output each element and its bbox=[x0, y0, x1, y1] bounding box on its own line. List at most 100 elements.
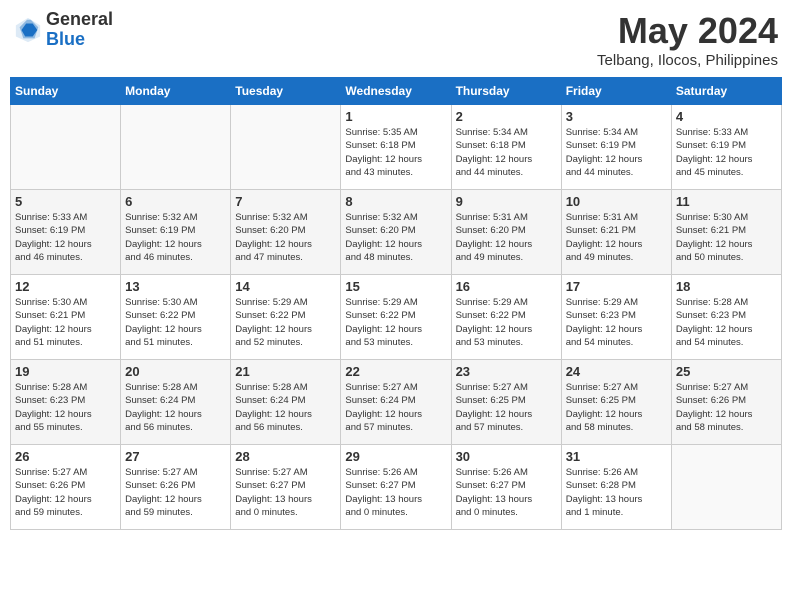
day-info: Sunrise: 5:26 AM Sunset: 6:27 PM Dayligh… bbox=[345, 466, 446, 519]
day-info: Sunrise: 5:27 AM Sunset: 6:26 PM Dayligh… bbox=[15, 466, 116, 519]
logo-general: General bbox=[46, 10, 113, 30]
day-number: 30 bbox=[456, 449, 557, 464]
col-wednesday: Wednesday bbox=[341, 78, 451, 105]
title-block: May 2024 Telbang, Ilocos, Philippines bbox=[597, 10, 778, 69]
calendar-cell: 22 Sunrise: 5:27 AM Sunset: 6:24 PM Dayli… bbox=[341, 360, 451, 445]
day-number: 21 bbox=[235, 364, 336, 379]
day-number: 18 bbox=[676, 279, 777, 294]
month-title: May 2024 bbox=[597, 10, 778, 52]
day-info: Sunrise: 5:28 AM Sunset: 6:23 PM Dayligh… bbox=[15, 381, 116, 434]
day-number: 5 bbox=[15, 194, 116, 209]
calendar-cell: 27Sunrise: 5:27 AM Sunset: 6:26 PM Dayli… bbox=[121, 445, 231, 530]
day-info: Sunrise: 5:31 AM Sunset: 6:20 PM Dayligh… bbox=[456, 211, 557, 264]
day-info: Sunrise: 5:27 AM Sunset: 6:27 PM Dayligh… bbox=[235, 466, 336, 519]
logo-blue: Blue bbox=[46, 30, 113, 50]
col-friday: Friday bbox=[561, 78, 671, 105]
day-number: 7 bbox=[235, 194, 336, 209]
day-number: 14 bbox=[235, 279, 336, 294]
calendar-cell: 16Sunrise: 5:29 AM Sunset: 6:22 PM Dayli… bbox=[451, 275, 561, 360]
day-info: Sunrise: 5:28 AM Sunset: 6:24 PM Dayligh… bbox=[125, 381, 226, 434]
day-info: Sunrise: 5:32 AM Sunset: 6:19 PM Dayligh… bbox=[125, 211, 226, 264]
calendar-cell: 20 Sunrise: 5:28 AM Sunset: 6:24 PM Dayli… bbox=[121, 360, 231, 445]
calendar-cell: 28 Sunrise: 5:27 AM Sunset: 6:27 PM Dayli… bbox=[231, 445, 341, 530]
header-row: Sunday Monday Tuesday Wednesday Thursday… bbox=[11, 78, 782, 105]
day-info: Sunrise: 5:35 AM Sunset: 6:18 PM Dayligh… bbox=[345, 126, 446, 179]
day-info: Sunrise: 5:29 AM Sunset: 6:22 PM Dayligh… bbox=[345, 296, 446, 349]
day-number: 9 bbox=[456, 194, 557, 209]
day-info: Sunrise: 5:27 AM Sunset: 6:24 PM Dayligh… bbox=[345, 381, 446, 434]
calendar-table: Sunday Monday Tuesday Wednesday Thursday… bbox=[10, 77, 782, 530]
day-number: 13 bbox=[125, 279, 226, 294]
day-info: Sunrise: 5:32 AM Sunset: 6:20 PM Dayligh… bbox=[345, 211, 446, 264]
calendar-cell: 18Sunrise: 5:28 AM Sunset: 6:23 PM Dayli… bbox=[671, 275, 781, 360]
day-info: Sunrise: 5:32 AM Sunset: 6:20 PM Dayligh… bbox=[235, 211, 336, 264]
day-info: Sunrise: 5:33 AM Sunset: 6:19 PM Dayligh… bbox=[676, 126, 777, 179]
day-info: Sunrise: 5:27 AM Sunset: 6:25 PM Dayligh… bbox=[456, 381, 557, 434]
calendar-cell: 9 Sunrise: 5:31 AM Sunset: 6:20 PM Daylig… bbox=[451, 190, 561, 275]
calendar-cell: 23 Sunrise: 5:27 AM Sunset: 6:25 PM Dayli… bbox=[451, 360, 561, 445]
calendar-cell: 8Sunrise: 5:32 AM Sunset: 6:20 PM Daylig… bbox=[341, 190, 451, 275]
day-info: Sunrise: 5:33 AM Sunset: 6:19 PM Dayligh… bbox=[15, 211, 116, 264]
calendar-cell: 1 Sunrise: 5:35 AM Sunset: 6:18 PM Daylig… bbox=[341, 105, 451, 190]
day-info: Sunrise: 5:26 AM Sunset: 6:28 PM Dayligh… bbox=[566, 466, 667, 519]
day-number: 31 bbox=[566, 449, 667, 464]
calendar-week-2: 5 Sunrise: 5:33 AM Sunset: 6:19 PM Daylig… bbox=[11, 190, 782, 275]
day-number: 2 bbox=[456, 109, 557, 124]
calendar-cell: 30 Sunrise: 5:26 AM Sunset: 6:27 PM Dayli… bbox=[451, 445, 561, 530]
day-number: 15 bbox=[345, 279, 446, 294]
calendar-body: 1 Sunrise: 5:35 AM Sunset: 6:18 PM Daylig… bbox=[11, 105, 782, 530]
page-header: General Blue May 2024 Telbang, Ilocos, P… bbox=[10, 10, 782, 69]
day-number: 10 bbox=[566, 194, 667, 209]
calendar-cell: 14 Sunrise: 5:29 AM Sunset: 6:22 PM Dayli… bbox=[231, 275, 341, 360]
day-number: 22 bbox=[345, 364, 446, 379]
day-number: 29 bbox=[345, 449, 446, 464]
day-number: 12 bbox=[15, 279, 116, 294]
day-number: 11 bbox=[676, 194, 777, 209]
col-sunday: Sunday bbox=[11, 78, 121, 105]
col-saturday: Saturday bbox=[671, 78, 781, 105]
day-number: 28 bbox=[235, 449, 336, 464]
calendar-week-5: 26 Sunrise: 5:27 AM Sunset: 6:26 PM Dayli… bbox=[11, 445, 782, 530]
day-number: 23 bbox=[456, 364, 557, 379]
calendar-cell: 29 Sunrise: 5:26 AM Sunset: 6:27 PM Dayli… bbox=[341, 445, 451, 530]
calendar-cell: 25Sunrise: 5:27 AM Sunset: 6:26 PM Dayli… bbox=[671, 360, 781, 445]
calendar-header: Sunday Monday Tuesday Wednesday Thursday… bbox=[11, 78, 782, 105]
day-info: Sunrise: 5:30 AM Sunset: 6:21 PM Dayligh… bbox=[15, 296, 116, 349]
calendar-cell: 7 Sunrise: 5:32 AM Sunset: 6:20 PM Daylig… bbox=[231, 190, 341, 275]
day-number: 26 bbox=[15, 449, 116, 464]
location: Telbang, Ilocos, Philippines bbox=[597, 52, 778, 69]
calendar-cell: 31 Sunrise: 5:26 AM Sunset: 6:28 PM Dayli… bbox=[561, 445, 671, 530]
day-info: Sunrise: 5:30 AM Sunset: 6:21 PM Dayligh… bbox=[676, 211, 777, 264]
day-info: Sunrise: 5:29 AM Sunset: 6:23 PM Dayligh… bbox=[566, 296, 667, 349]
day-number: 25 bbox=[676, 364, 777, 379]
day-number: 1 bbox=[345, 109, 446, 124]
calendar-cell: 6Sunrise: 5:32 AM Sunset: 6:19 PM Daylig… bbox=[121, 190, 231, 275]
col-thursday: Thursday bbox=[451, 78, 561, 105]
calendar-cell: 3Sunrise: 5:34 AM Sunset: 6:19 PM Daylig… bbox=[561, 105, 671, 190]
calendar-cell: 11 Sunrise: 5:30 AM Sunset: 6:21 PM Dayli… bbox=[671, 190, 781, 275]
day-info: Sunrise: 5:31 AM Sunset: 6:21 PM Dayligh… bbox=[566, 211, 667, 264]
calendar-cell: 24 Sunrise: 5:27 AM Sunset: 6:25 PM Dayli… bbox=[561, 360, 671, 445]
calendar-cell: 10 Sunrise: 5:31 AM Sunset: 6:21 PM Dayli… bbox=[561, 190, 671, 275]
calendar-cell: 2 Sunrise: 5:34 AM Sunset: 6:18 PM Daylig… bbox=[451, 105, 561, 190]
day-info: Sunrise: 5:26 AM Sunset: 6:27 PM Dayligh… bbox=[456, 466, 557, 519]
calendar-week-3: 12 Sunrise: 5:30 AM Sunset: 6:21 PM Dayli… bbox=[11, 275, 782, 360]
day-number: 4 bbox=[676, 109, 777, 124]
calendar-cell bbox=[11, 105, 121, 190]
calendar-week-1: 1 Sunrise: 5:35 AM Sunset: 6:18 PM Daylig… bbox=[11, 105, 782, 190]
logo-icon bbox=[14, 16, 42, 44]
calendar-cell: 17 Sunrise: 5:29 AM Sunset: 6:23 PM Dayli… bbox=[561, 275, 671, 360]
day-info: Sunrise: 5:27 AM Sunset: 6:26 PM Dayligh… bbox=[125, 466, 226, 519]
day-info: Sunrise: 5:29 AM Sunset: 6:22 PM Dayligh… bbox=[456, 296, 557, 349]
calendar-cell bbox=[671, 445, 781, 530]
calendar-cell: 4 Sunrise: 5:33 AM Sunset: 6:19 PM Daylig… bbox=[671, 105, 781, 190]
col-tuesday: Tuesday bbox=[231, 78, 341, 105]
day-number: 17 bbox=[566, 279, 667, 294]
day-info: Sunrise: 5:29 AM Sunset: 6:22 PM Dayligh… bbox=[235, 296, 336, 349]
calendar-cell bbox=[231, 105, 341, 190]
day-info: Sunrise: 5:34 AM Sunset: 6:19 PM Dayligh… bbox=[566, 126, 667, 179]
day-info: Sunrise: 5:27 AM Sunset: 6:25 PM Dayligh… bbox=[566, 381, 667, 434]
day-number: 24 bbox=[566, 364, 667, 379]
day-number: 20 bbox=[125, 364, 226, 379]
day-info: Sunrise: 5:34 AM Sunset: 6:18 PM Dayligh… bbox=[456, 126, 557, 179]
